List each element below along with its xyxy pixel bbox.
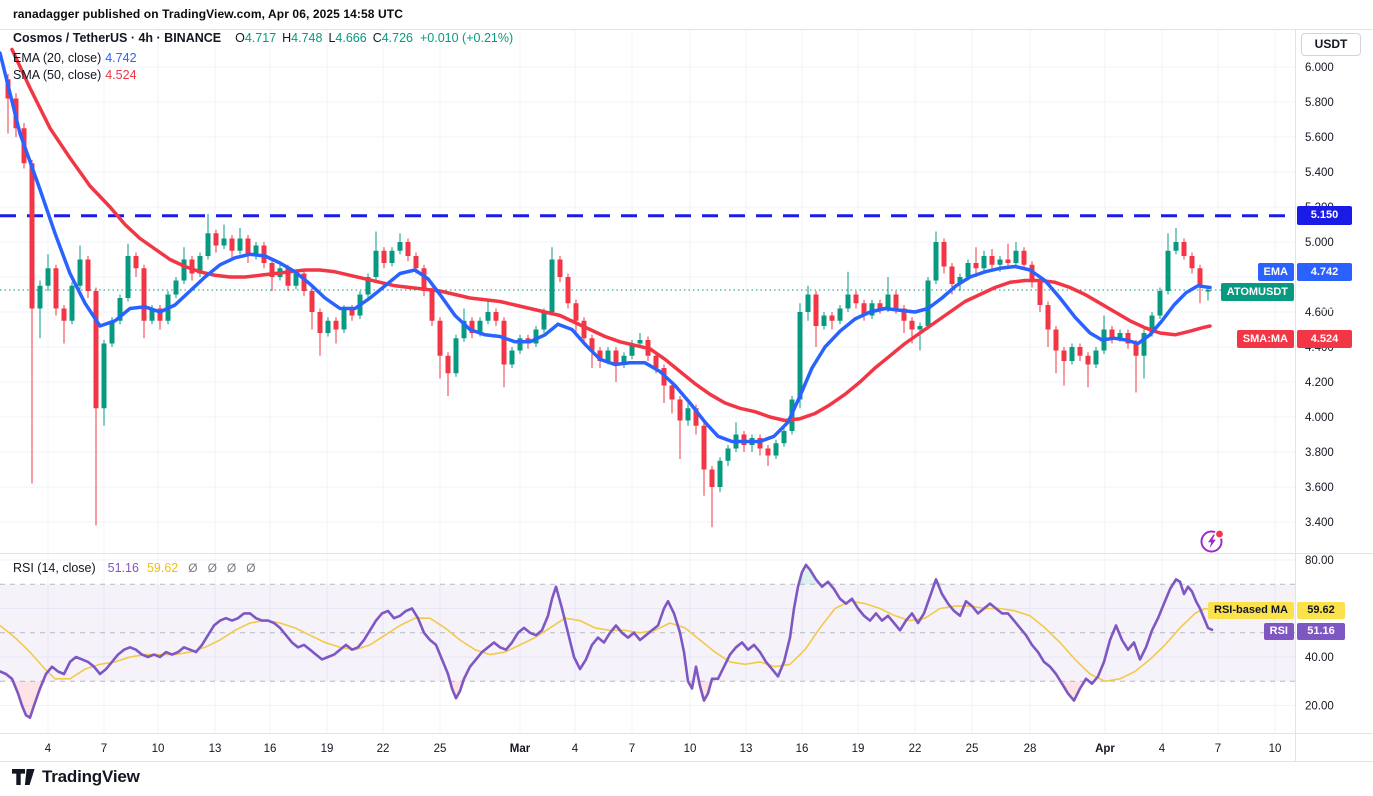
sma-legend-label: SMA (50, close) [13,68,101,82]
rsi-ma-value-badge: 59.62 [1297,602,1345,619]
price-axis-label: 5.800 [1305,97,1334,109]
empty-set-icon: Ø [188,561,197,575]
time-axis-label: 19 [321,743,334,755]
time-axis-label: 4 [572,743,579,755]
chart-canvas[interactable]: 6.0005.8005.6005.4005.2005.0004.8004.600… [0,0,1373,762]
rsi-axis-label: 40.00 [1305,652,1334,664]
rsi-axis-label: 80.00 [1305,555,1334,567]
ema20-line [0,53,1210,442]
open-label: O [235,31,245,45]
symbol-legend[interactable]: Cosmos / TetherUS · 4h · BINANCEO4.717H4… [13,31,513,45]
moving-averages-layer [0,50,1210,442]
price-axis-label: 5.400 [1305,167,1334,179]
ema-legend-value: 4.742 [105,51,136,65]
symbol-name: Cosmos / TetherUS · 4h · BINANCE [13,31,221,45]
time-axis-label: 13 [209,743,222,755]
symbol-tag: ATOMUSDT [1221,283,1294,301]
rsi-value-badge: 51.16 [1297,623,1345,640]
last-price-badge: 4.726 −18.76% 01:01:30 [1297,283,1371,332]
time-axis-label: 25 [966,743,979,755]
close-label: C [373,31,382,45]
sma-legend[interactable]: SMA (50, close) 4.524 [13,68,137,82]
change-value: +0.010 (+0.21%) [420,31,513,45]
price-axis-label: 5.000 [1305,237,1334,249]
price-axis-label: 6.000 [1305,62,1334,74]
time-axis-label: 16 [264,743,277,755]
ema-tag: EMA [1258,263,1294,281]
time-axis-label: 7 [629,743,635,755]
empty-set-icon: Ø [246,561,255,575]
price-axis-label: 5.600 [1305,132,1334,144]
sma-price-badge: 4.524 [1297,330,1352,348]
price-axis-label: 4.000 [1305,412,1334,424]
rsi-tag: RSI [1264,623,1294,640]
time-axis-label: 4 [45,743,52,755]
price-axis-label: 3.400 [1305,517,1334,529]
rsi-legend-value: 51.16 [108,561,139,575]
price-axis-label: 3.600 [1305,482,1334,494]
rsi-ma-tag: RSI-based MA [1208,602,1294,619]
time-axis-label: Mar [510,743,531,755]
time-axis-label: 10 [1269,743,1282,755]
sma-legend-value: 4.524 [105,68,136,82]
attribution-text: ranadagger published on TradingView.com,… [13,7,403,21]
time-axis-label: 25 [434,743,447,755]
empty-set-icon: Ø [208,561,217,575]
time-axis-label: 16 [796,743,809,755]
time-axis-label: 13 [740,743,753,755]
high-label: H [282,31,291,45]
empty-set-icon: Ø [227,561,236,575]
time-axis-label: 19 [852,743,865,755]
price-axis-label: 4.200 [1305,377,1334,389]
ema-legend-label: EMA (20, close) [13,51,101,65]
lightning-icon [1198,527,1226,555]
ema-price-badge: 4.742 [1297,263,1352,281]
last-price-value: 4.726 [1301,285,1367,300]
tradingview-logo[interactable]: TradingView [12,767,140,787]
low-value: 4.666 [335,31,366,45]
rsi-legend-label: RSI (14, close) [13,561,96,575]
time-axis-label: 22 [909,743,922,755]
ema-legend[interactable]: EMA (20, close) 4.742 [13,51,137,65]
time-axis-label: 7 [1215,743,1221,755]
price-axis-label: 3.800 [1305,447,1334,459]
time-axis-label: 28 [1024,743,1037,755]
time-axis-label: 4 [1159,743,1166,755]
close-value: 4.726 [382,31,413,45]
tradingview-logo-text: TradingView [42,767,140,787]
time-axis-label: 10 [152,743,165,755]
time-axis-label: Apr [1095,743,1115,755]
rsi-legend[interactable]: RSI (14, close)51.1659.62ØØØØ [13,561,256,575]
bar-countdown: 01:01:30 [1301,315,1367,330]
rsi-ma-legend-value: 59.62 [147,561,178,575]
sma-tag: SMA:MA [1237,330,1294,348]
tradingview-logo-icon [12,769,35,786]
change-percent: −18.76% [1301,300,1367,315]
time-axis-label: 22 [377,743,390,755]
high-value: 4.748 [291,31,322,45]
tradingview-published-chart: { "attribution": "ranadagger published o… [0,0,1373,796]
resistance-price-badge: 5.150 [1297,206,1352,225]
open-value: 4.717 [245,31,276,45]
time-axis-label: 10 [684,743,697,755]
rsi-axis-label: 20.00 [1305,701,1334,713]
currency-usdt-button[interactable]: USDT [1301,33,1361,56]
time-axis-label: 7 [101,743,107,755]
technicals-lightning-icon[interactable] [1198,527,1226,555]
